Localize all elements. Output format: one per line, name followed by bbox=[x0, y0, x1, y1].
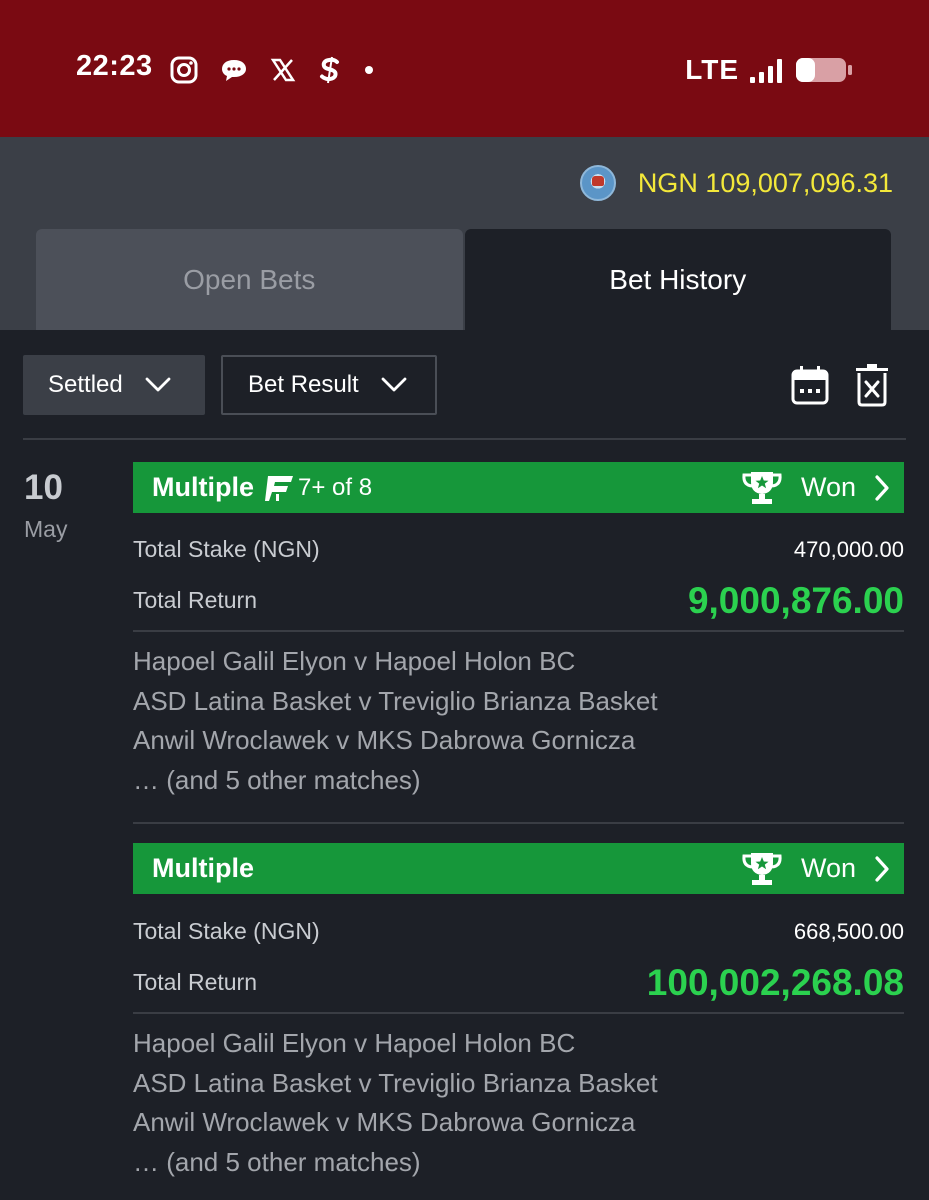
status-time: 22:23 bbox=[76, 50, 153, 82]
settled-dropdown-label: Settled bbox=[48, 371, 123, 398]
chevron-right-icon[interactable] bbox=[874, 855, 890, 882]
list-item: ASD Latina Basket v Treviglio Brianza Ba… bbox=[133, 1067, 658, 1098]
bet-card[interactable]: Multiple Won Total Stake (NGN) 668,500.0… bbox=[133, 843, 904, 1182]
return-label: Total Return bbox=[133, 587, 258, 613]
list-item: Hapoel Galil Elyon v Hapoel Holon BC bbox=[133, 646, 576, 676]
bet-banner[interactable]: Multiple Won bbox=[133, 843, 904, 894]
s-app-icon bbox=[320, 56, 339, 84]
match-list[interactable]: Hapoel Galil Elyon v Hapoel Holon BC ASD… bbox=[133, 1014, 904, 1182]
won-status: Won bbox=[741, 462, 890, 513]
chevron-down-icon bbox=[381, 377, 407, 392]
bet-result-dropdown-label: Bet Result bbox=[248, 371, 359, 398]
tab-bet-history[interactable]: Bet History bbox=[464, 229, 891, 330]
instagram-icon bbox=[170, 56, 198, 84]
battery-icon bbox=[796, 58, 852, 82]
account-balance: NGN 109,007,096.31 bbox=[637, 167, 893, 198]
bet-banner[interactable]: Multiple 7+ of 8 Won bbox=[133, 462, 904, 513]
chat-icon bbox=[222, 60, 246, 81]
bet-tabs: Open Bets Bet History bbox=[36, 229, 891, 330]
return-value: 9,000,876.00 bbox=[687, 579, 904, 621]
bet-type: Multiple bbox=[152, 472, 254, 502]
list-item: … (and 5 other matches) bbox=[133, 764, 421, 795]
date-day: 10 bbox=[24, 468, 63, 507]
signal-icon bbox=[750, 59, 782, 83]
trophy-icon bbox=[742, 471, 782, 504]
avatar[interactable] bbox=[579, 165, 616, 201]
settled-dropdown[interactable]: Settled bbox=[23, 355, 205, 415]
notification-icons bbox=[170, 52, 374, 88]
stake-row: Total Stake (NGN) 668,500.00 bbox=[133, 906, 904, 957]
status-bar: 22:23 LTE bbox=[0, 0, 929, 137]
won-status: Won bbox=[741, 843, 890, 894]
x-icon bbox=[270, 58, 296, 82]
calendar-icon[interactable] bbox=[791, 365, 829, 405]
return-value: 100,002,268.08 bbox=[646, 961, 904, 1003]
stake-label: Total Stake (NGN) bbox=[133, 536, 320, 562]
filter-divider bbox=[23, 438, 906, 440]
stake-label: Total Stake (NGN) bbox=[133, 918, 320, 944]
dot-icon bbox=[365, 66, 373, 74]
stake-value: 668,500.00 bbox=[793, 918, 904, 944]
status-right: LTE bbox=[685, 52, 853, 88]
boost-logo-icon bbox=[264, 474, 294, 502]
list-item: Hapoel Galil Elyon v Hapoel Holon BC bbox=[133, 1028, 576, 1058]
trophy-icon bbox=[742, 852, 782, 885]
stake-value: 470,000.00 bbox=[793, 536, 904, 562]
return-label: Total Return bbox=[133, 969, 258, 995]
list-item: … (and 5 other matches) bbox=[133, 1146, 421, 1177]
bet-result-dropdown[interactable]: Bet Result bbox=[221, 355, 437, 415]
list-item: Anwil Wroclawek v MKS Dabrowa Gornicza bbox=[133, 725, 636, 755]
won-label: Won bbox=[800, 853, 856, 883]
date-month: May bbox=[24, 516, 68, 542]
bet-type: Multiple bbox=[152, 853, 254, 883]
network-type: LTE bbox=[685, 54, 739, 85]
list-item: ASD Latina Basket v Treviglio Brianza Ba… bbox=[133, 685, 658, 716]
clear-filter-icon[interactable] bbox=[855, 363, 889, 407]
list-item: Anwil Wroclawek v MKS Dabrowa Gornicza bbox=[133, 1107, 636, 1137]
header: NGN 109,007,096.31 Open Bets Bet History bbox=[0, 137, 929, 330]
return-row: Total Return 9,000,876.00 bbox=[133, 575, 904, 626]
boost-text: 7+ of 8 bbox=[298, 473, 373, 501]
chevron-down-icon bbox=[145, 377, 171, 392]
bet-card[interactable]: Multiple 7+ of 8 Won Total Stake (NGN) 4… bbox=[133, 462, 904, 800]
match-list[interactable]: Hapoel Galil Elyon v Hapoel Holon BC ASD… bbox=[133, 632, 904, 800]
chevron-right-icon[interactable] bbox=[874, 474, 890, 501]
bet-divider bbox=[133, 822, 904, 824]
stake-row: Total Stake (NGN) 470,000.00 bbox=[133, 524, 904, 575]
balance-row[interactable]: NGN 109,007,096.31 bbox=[579, 165, 893, 201]
won-label: Won bbox=[800, 472, 856, 502]
return-row: Total Return 100,002,268.08 bbox=[133, 957, 904, 1008]
tab-open-bets[interactable]: Open Bets bbox=[36, 229, 463, 330]
filter-bar: Settled Bet Result bbox=[23, 355, 906, 415]
